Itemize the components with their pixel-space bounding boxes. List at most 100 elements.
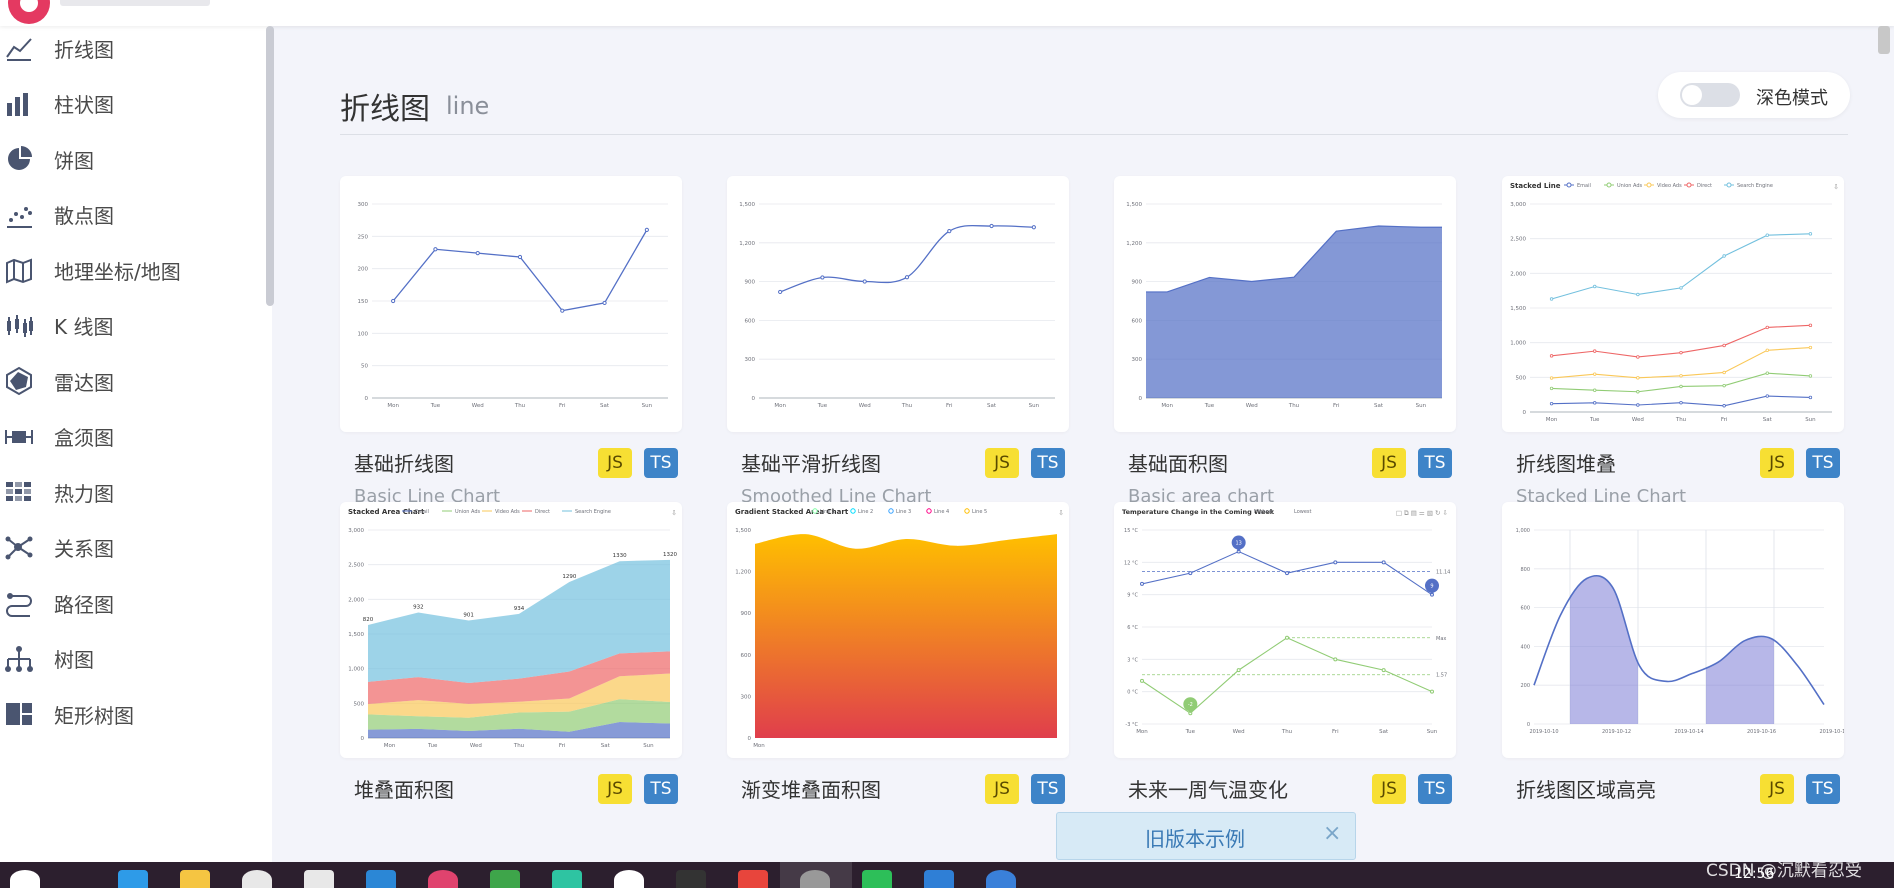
js-badge[interactable]: JS	[985, 448, 1019, 478]
vscode-icon[interactable]	[366, 870, 396, 888]
legend-label: Line 5	[972, 509, 987, 515]
legend-label: Highest	[1254, 509, 1273, 515]
legend-label: Email	[415, 509, 429, 515]
js-badge[interactable]: JS	[1372, 774, 1406, 804]
ts-badge[interactable]: TS	[1806, 774, 1840, 804]
page-scrollbar[interactable]	[1878, 26, 1890, 54]
legend-label: Direct	[535, 509, 550, 515]
wechat-icon[interactable]	[862, 870, 892, 888]
ts-badge[interactable]: TS	[1418, 774, 1452, 804]
example-thumbnail[interactable]: 0 300 600 900 1,200 1,500 Mon Tue Wed Thu Fri Sat Su…	[1114, 176, 1456, 432]
sidebar-item-label: K 线图	[54, 315, 114, 339]
intellij-icon[interactable]	[428, 870, 458, 888]
example-thumbnail[interactable]: Gradient Stacked Area Chart Line 1 Line 2L…	[727, 502, 1069, 758]
ts-badge[interactable]: TS	[1031, 448, 1065, 478]
x-tick-label: Sun	[642, 403, 653, 409]
dark-mode-toggle[interactable]: 深色模式	[1658, 72, 1850, 118]
js-badge[interactable]: JS	[598, 774, 632, 804]
x-tick-label: Fri	[559, 743, 566, 749]
ts-badge[interactable]: TS	[1806, 448, 1840, 478]
sidebar-item-label: 散点图	[54, 204, 114, 228]
start-icon[interactable]	[10, 870, 40, 888]
x-tick-label: Mon	[384, 743, 396, 749]
sidebar-item-tree[interactable]: 树图	[0, 639, 266, 679]
pycharm-icon[interactable]	[552, 870, 582, 888]
y-tick-label: 50	[361, 364, 368, 370]
sidebar-item-treemap[interactable]: 矩形树图	[0, 694, 266, 734]
data-point	[1722, 370, 1726, 375]
sidebar-item-line-chart[interactable]: 折线图	[0, 28, 266, 68]
y-tick-label: 0	[1139, 396, 1143, 402]
ts-badge[interactable]: TS	[644, 448, 678, 478]
store-icon[interactable]	[242, 870, 272, 888]
x-tick-label: Sun	[1416, 403, 1427, 409]
dark-mode-switch[interactable]	[1680, 83, 1740, 107]
example-title[interactable]: 折线图区域高亮	[1516, 774, 1656, 803]
sidebar-scrollbar[interactable]	[266, 26, 274, 306]
close-icon[interactable]: ×	[1323, 821, 1341, 846]
example-title[interactable]: 基础折线图	[354, 448, 454, 477]
data-point	[1549, 401, 1554, 406]
x-tick-label: Wed	[470, 743, 482, 749]
app-icon[interactable]	[924, 870, 954, 888]
folder-icon[interactable]	[180, 870, 210, 888]
sidebar-item-scatter-chart[interactable]: 散点图	[0, 195, 266, 235]
sidebar-item-candlestick[interactable]: K 线图	[0, 306, 266, 346]
x-tick-label: Mon	[774, 403, 786, 409]
example-thumbnail[interactable]: 0 300 600 900 1,200 1,500 Mon Tue Wed Thu Fri Sat Su…	[727, 176, 1069, 432]
data-point	[778, 289, 783, 295]
x-tick-label: Fri	[946, 403, 953, 409]
x-tick-label: Sat	[1379, 729, 1389, 735]
example-title[interactable]: 基础平滑折线图	[741, 448, 881, 477]
data-point	[1765, 325, 1769, 330]
ts-badge[interactable]: TS	[1418, 448, 1452, 478]
example-thumbnail[interactable]: 0 200 400 600 800 1,000 2019-10-10 2019-10-12 20…	[1502, 502, 1844, 758]
js-badge[interactable]: JS	[598, 448, 632, 478]
clock[interactable]: 12:56	[1734, 866, 1774, 882]
ts-badge[interactable]: TS	[644, 774, 678, 804]
data-point	[1636, 376, 1640, 380]
sidebar-item-pie-chart[interactable]: 饼图	[0, 139, 266, 179]
example-title[interactable]: 堆叠面积图	[354, 774, 454, 803]
data-point	[560, 308, 565, 313]
js-badge[interactable]: JS	[985, 774, 1019, 804]
y-tick-label: 0	[748, 736, 752, 742]
sidebar-item-radar-chart[interactable]: 雷达图	[0, 361, 266, 401]
sidebar-item-bar-chart[interactable]: 柱状图	[0, 84, 266, 124]
y-tick-label: 0 °C	[1127, 690, 1138, 696]
example-title[interactable]: 基础面积图	[1128, 448, 1228, 477]
example-thumbnail[interactable]: Stacked Line Email Union Ads Video Ads Direc…	[1502, 176, 1844, 432]
data-point	[1808, 374, 1813, 378]
chrome-icon[interactable]	[738, 870, 768, 888]
old-version-banner-text[interactable]: 旧版本示例	[1145, 823, 1245, 852]
notepad-icon[interactable]	[614, 870, 644, 888]
y-tick-label: 2,000	[348, 597, 364, 603]
user-app-icon[interactable]	[800, 870, 830, 888]
example-title[interactable]: 渐变堆叠面积图	[741, 774, 881, 803]
edge-icon[interactable]	[118, 870, 148, 888]
example-thumbnail[interactable]: Temperature Change in the Coming Week Hig…	[1114, 502, 1456, 758]
sidebar-item-heatmap[interactable]: 热力图	[0, 472, 266, 512]
x-tick-label: Fri	[559, 403, 566, 409]
example-title[interactable]: 未来一周气温变化	[1128, 774, 1288, 803]
android-studio-icon[interactable]	[490, 870, 520, 888]
js-badge[interactable]: JS	[1372, 448, 1406, 478]
sidebar-item-map[interactable]: 地理坐标/地图	[0, 250, 266, 290]
sidebar-item-path[interactable]: 路径图	[0, 583, 266, 623]
echarts-logo-icon[interactable]	[8, 0, 50, 24]
browser-icon[interactable]	[986, 870, 1016, 888]
sidebar-item-graph[interactable]: 关系图	[0, 528, 266, 568]
mail-icon[interactable]	[304, 870, 334, 888]
js-badge[interactable]: JS	[1760, 774, 1794, 804]
terminal-icon[interactable]	[676, 870, 706, 888]
js-badge[interactable]: JS	[1760, 448, 1794, 478]
data-point	[1430, 689, 1434, 694]
sidebar-item-boxplot[interactable]: 盒须图	[0, 417, 266, 457]
example-thumbnail[interactable]: Stacked Area Chart Email Union Ads Video Ad…	[340, 502, 682, 758]
example-thumbnail[interactable]: 0 50 100 150 200 250 300 Mon Tue Wed Thu Fri Sat Sun	[340, 176, 682, 432]
example-title[interactable]: 折线图堆叠	[1516, 448, 1616, 477]
old-version-banner[interactable]: 旧版本示例 ×	[1056, 812, 1356, 860]
data-point	[1765, 394, 1769, 398]
mark-line-label: 1.57	[1436, 673, 1447, 679]
ts-badge[interactable]: TS	[1031, 774, 1065, 804]
